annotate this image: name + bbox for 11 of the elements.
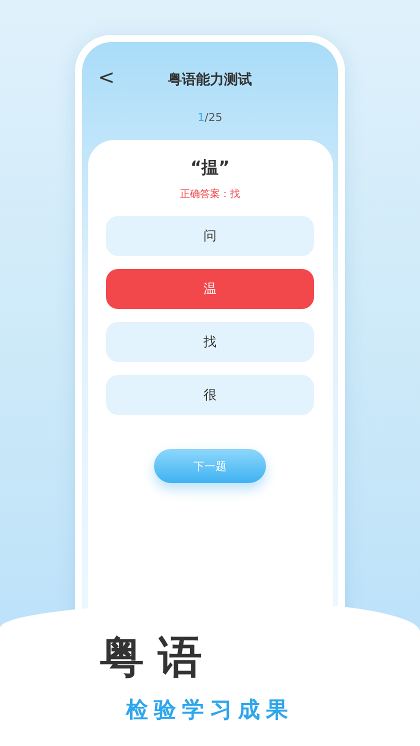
correct-answer: 正确答案：找 — [180, 188, 240, 201]
answer-option[interactable]: 找 — [106, 322, 314, 362]
back-button[interactable]: < — [94, 65, 119, 89]
answer-option[interactable]: 问 — [106, 216, 314, 256]
progress-counter: 1/25 — [198, 111, 222, 124]
headline: 粤语 — [100, 631, 216, 685]
screen-title: 粤语能力测试 — [168, 71, 252, 89]
question-word: “揾” — [190, 157, 230, 179]
subtitle: 检验学习成果 — [126, 697, 294, 725]
answer-option[interactable]: 很 — [106, 375, 314, 415]
answer-option[interactable]: 温 — [106, 269, 314, 309]
